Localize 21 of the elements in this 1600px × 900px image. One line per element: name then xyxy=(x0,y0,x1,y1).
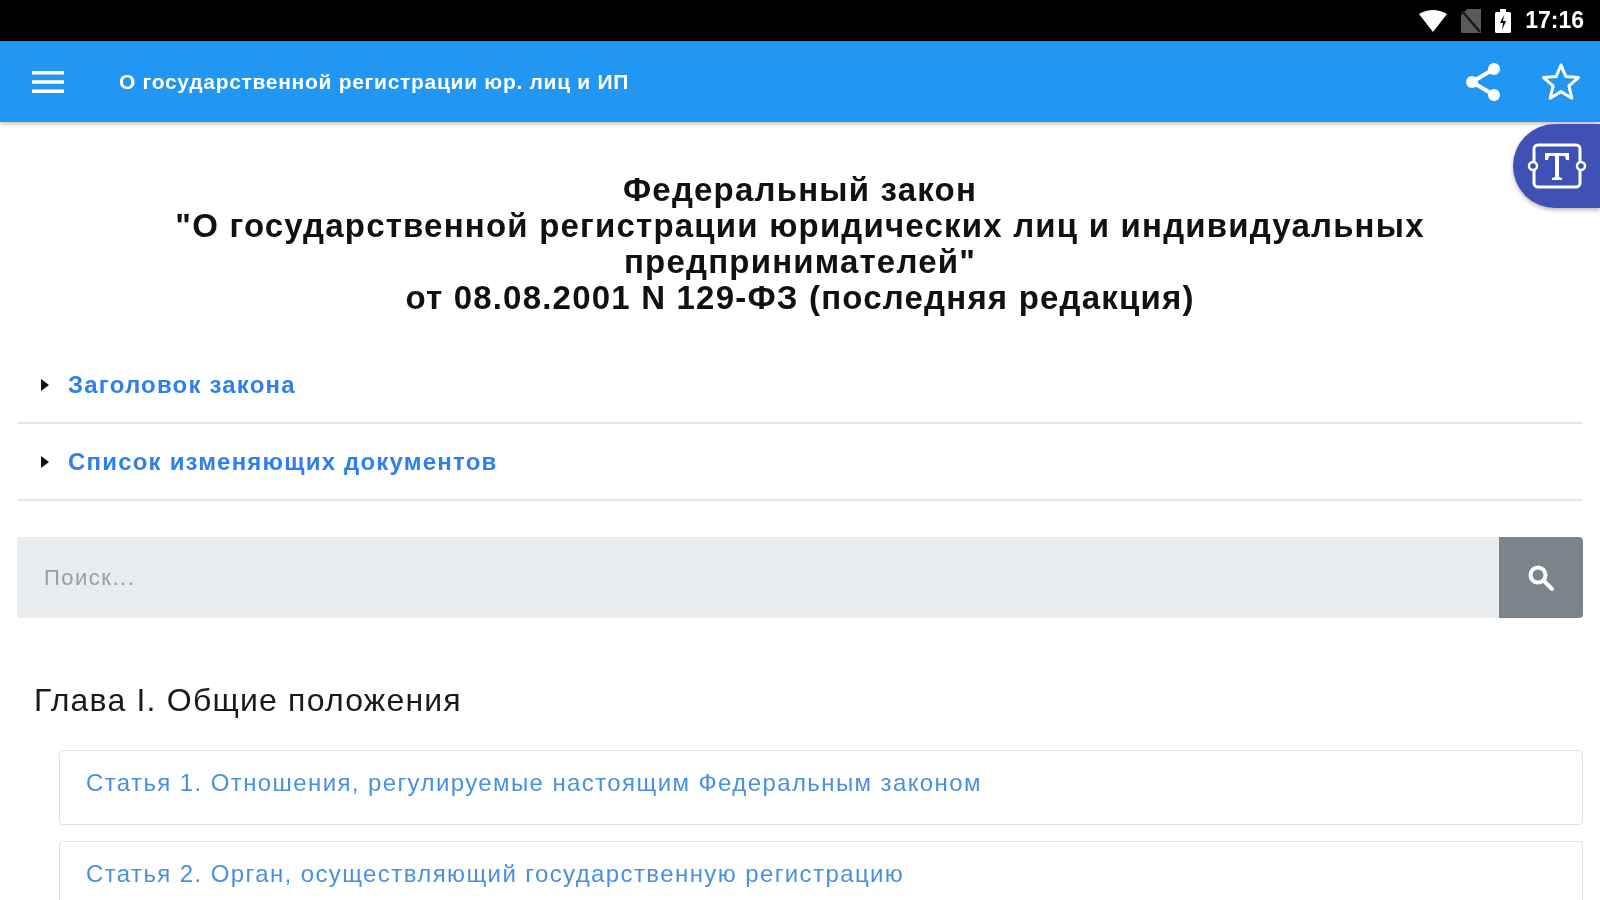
article-link[interactable]: Статья 1. Отношения, регулируемые настоящим Федеральным законом xyxy=(59,750,1583,825)
text-frame-icon xyxy=(1527,141,1587,191)
clock-time: 17:16 xyxy=(1525,9,1584,32)
section-link[interactable]: Заголовок закона xyxy=(68,366,296,403)
no-sim-icon xyxy=(1461,8,1482,33)
star-icon xyxy=(1541,61,1581,102)
section-link[interactable]: Список изменяющих документов xyxy=(68,443,498,480)
text-format-button[interactable] xyxy=(1513,124,1600,208)
battery-charging-icon xyxy=(1495,8,1512,33)
article-link[interactable]: Статья 2. Орган, осуществляющий государственную регистрацию xyxy=(59,841,1583,900)
chapter-heading: Глава I. Общие положения xyxy=(34,682,462,718)
share-icon xyxy=(1464,61,1502,102)
wifi-signal-icon xyxy=(1419,9,1448,32)
app-bar-title: О государственной регистрации юр. лиц и ИП xyxy=(119,68,630,95)
search-icon xyxy=(1527,563,1555,592)
document-title: от 08.08.2001 N 129-ФЗ (последняя редакция) xyxy=(405,280,1195,316)
menu-icon xyxy=(32,69,64,94)
document-title: "О государственной регистрации юридических лиц и индивидуальных предпринимателей" xyxy=(174,208,1426,280)
search-button[interactable] xyxy=(1499,537,1583,618)
search-field[interactable]: Поиск... xyxy=(17,537,1499,618)
document-title: Федеральный закон xyxy=(622,172,977,208)
